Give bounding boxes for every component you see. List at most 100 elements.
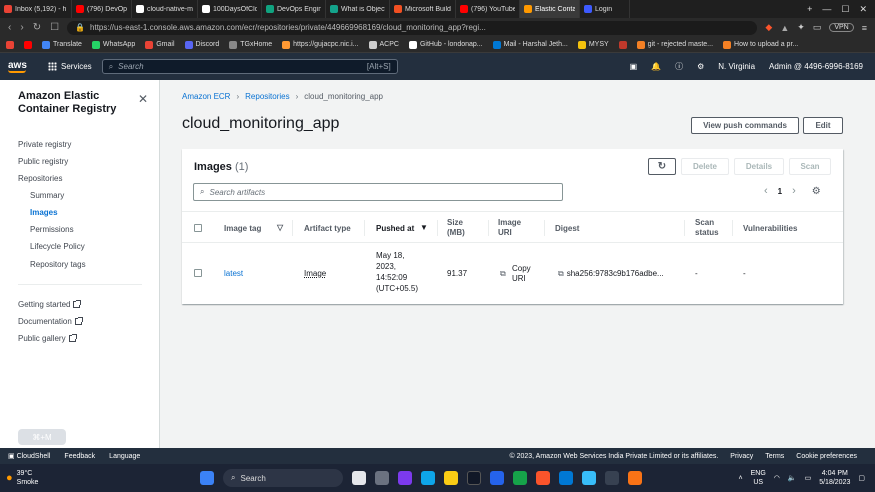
col-digest[interactable]: Digest: [555, 224, 579, 234]
cloudshell-link[interactable]: ▣ CloudShell: [8, 452, 50, 460]
task-view-icon[interactable]: [375, 471, 389, 485]
brave-shield-icon[interactable]: ◆: [765, 22, 772, 33]
bookmark-item[interactable]: ACPC: [368, 40, 399, 49]
bookmark-item[interactable]: Gmail: [145, 40, 175, 49]
browser-tab[interactable]: (796) YouTube: [456, 0, 520, 18]
clock[interactable]: 4:04 PM 5/18/2023: [819, 469, 850, 487]
bookmark-item[interactable]: Translate: [42, 40, 82, 49]
browser-tab[interactable]: 100DaysOfCloud: [198, 0, 262, 18]
browser-tab[interactable]: Login: [580, 0, 630, 18]
bookmark-item[interactable]: TGxHome: [229, 40, 272, 49]
file-explorer-icon[interactable]: [444, 471, 458, 485]
delete-button[interactable]: Delete: [681, 158, 729, 175]
terminal-icon[interactable]: [467, 471, 481, 485]
sidebar-toggle-icon[interactable]: ▭: [813, 22, 822, 33]
bookmark-item[interactable]: git - rejected maste...: [636, 40, 713, 49]
forward-icon[interactable]: ›: [20, 22, 23, 33]
cookie-preferences-link[interactable]: Cookie preferences: [796, 453, 857, 460]
minimize-icon[interactable]: —: [822, 4, 831, 14]
browser-tab[interactable]: (796) DevOps Pr: [72, 0, 132, 18]
account-menu[interactable]: Admin @ 4496-6996-8169: [769, 62, 863, 71]
notifications-icon[interactable]: 🔔: [651, 62, 661, 71]
rewards-icon[interactable]: ▲: [780, 23, 789, 33]
close-icon[interactable]: ✕: [138, 92, 148, 106]
cloudshell-icon[interactable]: ▣: [630, 62, 638, 71]
aws-logo[interactable]: aws: [8, 60, 38, 73]
vscode-icon[interactable]: [559, 471, 573, 485]
volume-icon[interactable]: 🔈: [788, 474, 797, 483]
browser-tab[interactable]: Inbox (5,192) - h: [0, 0, 72, 18]
page-number[interactable]: 1: [778, 187, 782, 196]
scan-button[interactable]: Scan: [789, 158, 831, 175]
browser-tab[interactable]: What is Object-C: [326, 0, 390, 18]
col-vulnerabilities[interactable]: Vulnerabilities: [743, 224, 797, 234]
breadcrumb-amazon-ecr[interactable]: Amazon ECR: [182, 92, 230, 101]
table-settings-icon[interactable]: ⚙: [812, 186, 821, 197]
cmd-icon[interactable]: [605, 471, 619, 485]
services-menu[interactable]: Services: [61, 62, 92, 71]
col-image-tag[interactable]: Image tag: [224, 224, 261, 234]
maximize-icon[interactable]: ☐: [841, 4, 849, 15]
col-image-uri[interactable]: Image URI: [498, 218, 521, 238]
artifact-type-value[interactable]: Image: [304, 269, 326, 279]
bookmark-item[interactable]: Discord: [184, 40, 219, 49]
sidebar-item-permissions[interactable]: Permissions: [30, 225, 74, 234]
col-pushed-at[interactable]: Pushed at: [376, 224, 414, 234]
wifi-icon[interactable]: ◠: [774, 474, 780, 483]
sidebar-item-repository-tags[interactable]: Repository tags: [30, 260, 86, 269]
menu-icon[interactable]: ≡: [862, 23, 867, 33]
battery-icon[interactable]: ▭: [805, 474, 812, 483]
sidebar-item-getting-started[interactable]: Getting started: [18, 300, 82, 309]
view-push-commands-button[interactable]: View push commands: [691, 117, 799, 134]
bookmark-item[interactable]: How to upload a pr...: [723, 40, 798, 49]
breadcrumb-repositories[interactable]: Repositories: [245, 92, 289, 101]
sidebar-item-lifecycle-policy[interactable]: Lifecycle Policy: [30, 242, 85, 251]
bookmark-item[interactable]: [618, 40, 627, 49]
start-icon[interactable]: [200, 471, 214, 485]
bookmark-item[interactable]: WhatsApp: [91, 40, 135, 49]
bookmark-item[interactable]: Mail - Harshal Jeth...: [492, 40, 568, 49]
aws-search-input[interactable]: ⌕ Search [Alt+S]: [101, 59, 398, 74]
close-window-icon[interactable]: ✕: [859, 4, 867, 15]
keyboard-shortcut-hint[interactable]: ⌘+M: [18, 429, 66, 445]
image-tag-link[interactable]: latest: [224, 269, 243, 279]
new-tab-icon[interactable]: +: [807, 4, 812, 14]
help-icon[interactable]: ⓘ: [675, 61, 683, 72]
bookmark-item[interactable]: https://gujacpc.nic.i...: [282, 40, 359, 49]
sidebar-item-documentation[interactable]: Documentation: [18, 317, 83, 326]
edit-button[interactable]: Edit: [803, 117, 843, 134]
sidebar-item-public-gallery[interactable]: Public gallery: [18, 334, 77, 343]
url-field[interactable]: 🔒 https://us-east-1.console.aws.amazon.c…: [67, 20, 758, 35]
search-artifacts-input[interactable]: ⌕ Search artifacts: [193, 183, 563, 201]
bookmark-item[interactable]: GitHub - londonap...: [408, 40, 483, 49]
language-link[interactable]: Language: [109, 453, 140, 460]
select-all-checkbox[interactable]: [194, 224, 202, 232]
store-icon[interactable]: [490, 471, 504, 485]
chevron-up-icon[interactable]: ˄: [739, 474, 743, 483]
reload-icon[interactable]: ↻: [33, 22, 41, 33]
edge-icon[interactable]: [421, 471, 435, 485]
details-button[interactable]: Details: [734, 158, 784, 175]
sidebar-item-images[interactable]: Images: [30, 208, 58, 217]
browser-tab[interactable]: Elastic Conta: [520, 0, 580, 18]
vpn-button[interactable]: VPN: [829, 23, 854, 32]
docker-icon[interactable]: [582, 471, 596, 485]
sidebar-item-repositories[interactable]: Repositories: [18, 174, 62, 183]
services-grid-icon[interactable]: [48, 62, 57, 71]
browser-tab[interactable]: DevOps Engineer: [262, 0, 326, 18]
chevron-left-icon[interactable]: ‹: [764, 185, 768, 197]
vlc-icon[interactable]: [628, 471, 642, 485]
sort-desc-icon[interactable]: ▼: [420, 223, 428, 233]
browser-tab[interactable]: cloud-native-mo: [132, 0, 198, 18]
settings-icon[interactable]: ⚙: [697, 62, 704, 71]
chevron-right-icon[interactable]: ›: [792, 185, 796, 197]
chat-icon[interactable]: [398, 471, 412, 485]
extension-icon[interactable]: ✦: [797, 22, 805, 33]
bookmark-icon[interactable]: ☐: [50, 22, 59, 33]
bookmark-item[interactable]: [24, 40, 32, 49]
brave-icon[interactable]: [536, 471, 550, 485]
notification-icon[interactable]: ▢: [858, 474, 865, 483]
refresh-button[interactable]: ↻: [648, 158, 676, 175]
bookmark-item[interactable]: [6, 40, 14, 49]
region-selector[interactable]: N. Virginia: [718, 62, 755, 71]
